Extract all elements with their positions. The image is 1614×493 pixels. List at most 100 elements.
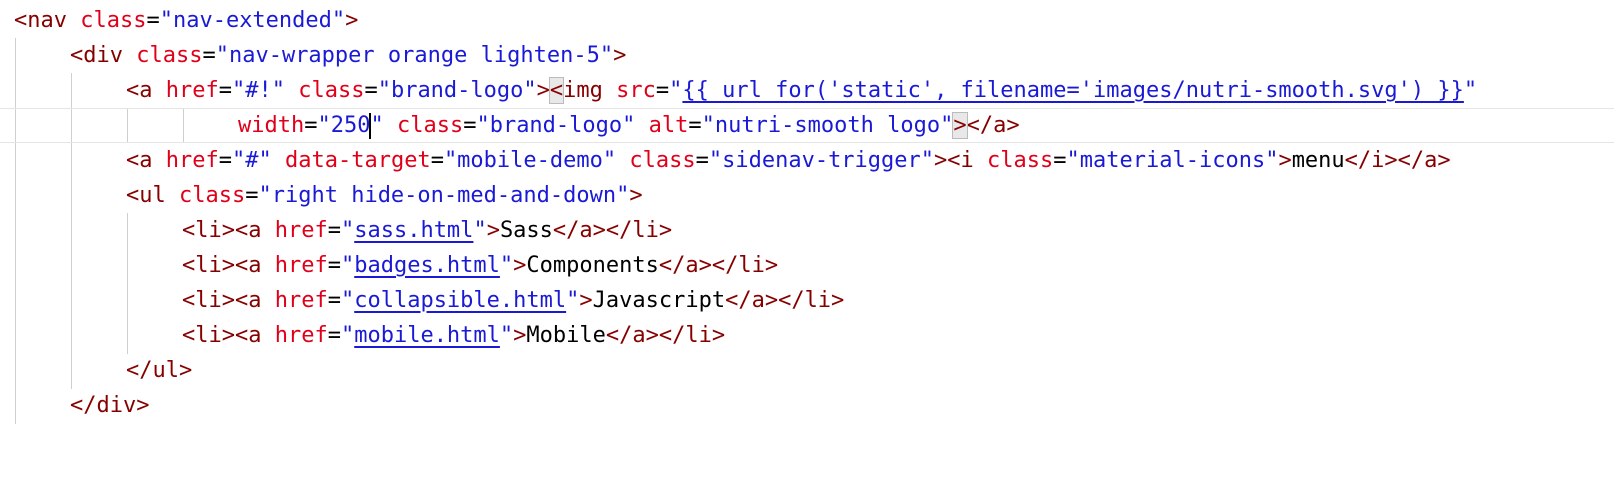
token-text: Mobile [526, 323, 606, 348]
token-tag: > [536, 78, 550, 103]
code-line-12[interactable]: </div> [0, 388, 1614, 423]
code-line-9[interactable]: <li><a href="collapsible.html">Javascrip… [0, 283, 1614, 318]
token-string: " [473, 218, 487, 243]
token-link[interactable]: mobile.html [354, 323, 500, 348]
token-tag: <i [947, 148, 974, 173]
token-string: "brand-logo" [476, 113, 636, 138]
token-punct: = [202, 43, 216, 68]
token-text: Sass [499, 218, 553, 243]
token-punct: = [218, 78, 232, 103]
token-punct: = [146, 8, 160, 33]
token-string: "right hide-on-med-and-down" [258, 183, 630, 208]
token-string: "#" [231, 148, 272, 173]
code-line-11[interactable]: </ul> [0, 353, 1614, 388]
token-punct: = [364, 78, 378, 103]
code-line-5[interactable]: <a href="#" data-target="mobile-demo" cl… [0, 143, 1614, 178]
token-tag: </a> [966, 113, 1020, 138]
token-punct: = [655, 78, 670, 103]
token-attr: href [274, 323, 328, 348]
token-attr: class [136, 43, 203, 68]
token-tag: img [563, 78, 603, 103]
token-tag: <a [126, 148, 153, 173]
token-attr: class [80, 8, 147, 33]
token-string: " [340, 253, 355, 278]
token-tag: <div [70, 43, 123, 68]
token-tag: > [934, 148, 948, 173]
token-link[interactable]: sass.html [354, 218, 473, 243]
token-string: " [340, 288, 355, 313]
token-string: "nav-wrapper orange lighten-5" [215, 43, 614, 68]
token-string: " [669, 78, 683, 103]
matched-bracket: > [952, 112, 968, 139]
token-punct: = [327, 218, 341, 243]
token-attr: src [616, 78, 656, 103]
token-punct: = [695, 148, 709, 173]
token-string: " [499, 323, 514, 348]
code-line-4-current[interactable]: width="250" class="brand-logo" alt="nutr… [0, 108, 1614, 143]
token-tag: > [613, 43, 627, 68]
token-attr: href [165, 78, 219, 103]
code-line-6[interactable]: <ul class="right hide-on-med-and-down"> [0, 178, 1614, 213]
code-line-10[interactable]: <li><a href="mobile.html">Mobile</a></li… [0, 318, 1614, 353]
token-string: " [340, 323, 355, 348]
token-tag: <li><a [182, 323, 262, 348]
token-tag: </a></li> [725, 288, 845, 313]
token-tag: > [1278, 148, 1292, 173]
token-attr: href [274, 288, 328, 313]
code-line-7[interactable]: <li><a href="sass.html">Sass</a></li> [0, 213, 1614, 248]
token-link[interactable]: badges.html [354, 253, 500, 278]
token-text: Javascript [592, 288, 726, 313]
token-tag: </ul> [126, 358, 193, 383]
token-attr: href [165, 148, 219, 173]
token-attr: href [274, 253, 328, 278]
token-attr: class [179, 183, 246, 208]
token-string: "#!" [231, 78, 285, 103]
token-string: " [370, 113, 384, 138]
token-punct: = [688, 113, 702, 138]
matched-bracket: < [548, 77, 565, 104]
token-string: " [1463, 78, 1478, 103]
token-string: "sidenav-trigger" [708, 148, 935, 173]
token-tag: > [629, 183, 643, 208]
token-tag: > [486, 218, 500, 243]
token-text: menu [1291, 148, 1345, 173]
token-attr: href [274, 218, 328, 243]
token-string: "brand-logo" [377, 78, 537, 103]
token-tag: <ul [126, 183, 166, 208]
token-attr: width [238, 113, 305, 138]
token-tag: <li><a [182, 253, 262, 278]
code-editor[interactable]: <nav class="nav-extended"> <div class="n… [0, 0, 1614, 438]
token-tag: </div> [70, 393, 150, 418]
token-punct: = [304, 113, 318, 138]
token-text: Components [526, 253, 659, 278]
token-punct: = [1053, 148, 1067, 173]
token-string: "mobile-demo" [443, 148, 617, 173]
token-string: "material-icons" [1066, 148, 1279, 173]
token-tag: <li><a [182, 218, 262, 243]
code-line-1[interactable]: <nav class="nav-extended"> [0, 3, 1614, 38]
token-tag: > [345, 8, 359, 33]
token-punct: = [327, 253, 341, 278]
token-tag: > [513, 253, 527, 278]
token-tag: </i></a> [1344, 148, 1451, 173]
token-link[interactable]: collapsible.html [354, 288, 566, 313]
token-attr: alt [648, 113, 689, 138]
code-line-2[interactable]: <div class="nav-wrapper orange lighten-5… [0, 38, 1614, 73]
token-tag: </a></li> [552, 218, 673, 243]
token-tag: > [579, 288, 593, 313]
token-punct: = [327, 323, 341, 348]
code-line-8[interactable]: <li><a href="badges.html">Components</a>… [0, 248, 1614, 283]
token-string: "nutri-smooth logo" [701, 113, 954, 138]
token-attr: class [987, 148, 1054, 173]
token-attr: class [629, 148, 696, 173]
token-tag: <li><a [182, 288, 262, 313]
code-line-3[interactable]: <a href="#!" class="brand-logo"><img src… [0, 73, 1614, 108]
token-tag: </a></li> [605, 323, 726, 348]
token-attr: class [298, 78, 365, 103]
token-string: " [499, 253, 514, 278]
token-string: "nav-extended" [159, 8, 346, 33]
token-link[interactable]: {{ url_for('static', filename='images/nu… [682, 78, 1463, 103]
token-tag: <nav [14, 8, 67, 33]
token-string: "250 [317, 113, 371, 138]
token-punct: = [430, 148, 444, 173]
